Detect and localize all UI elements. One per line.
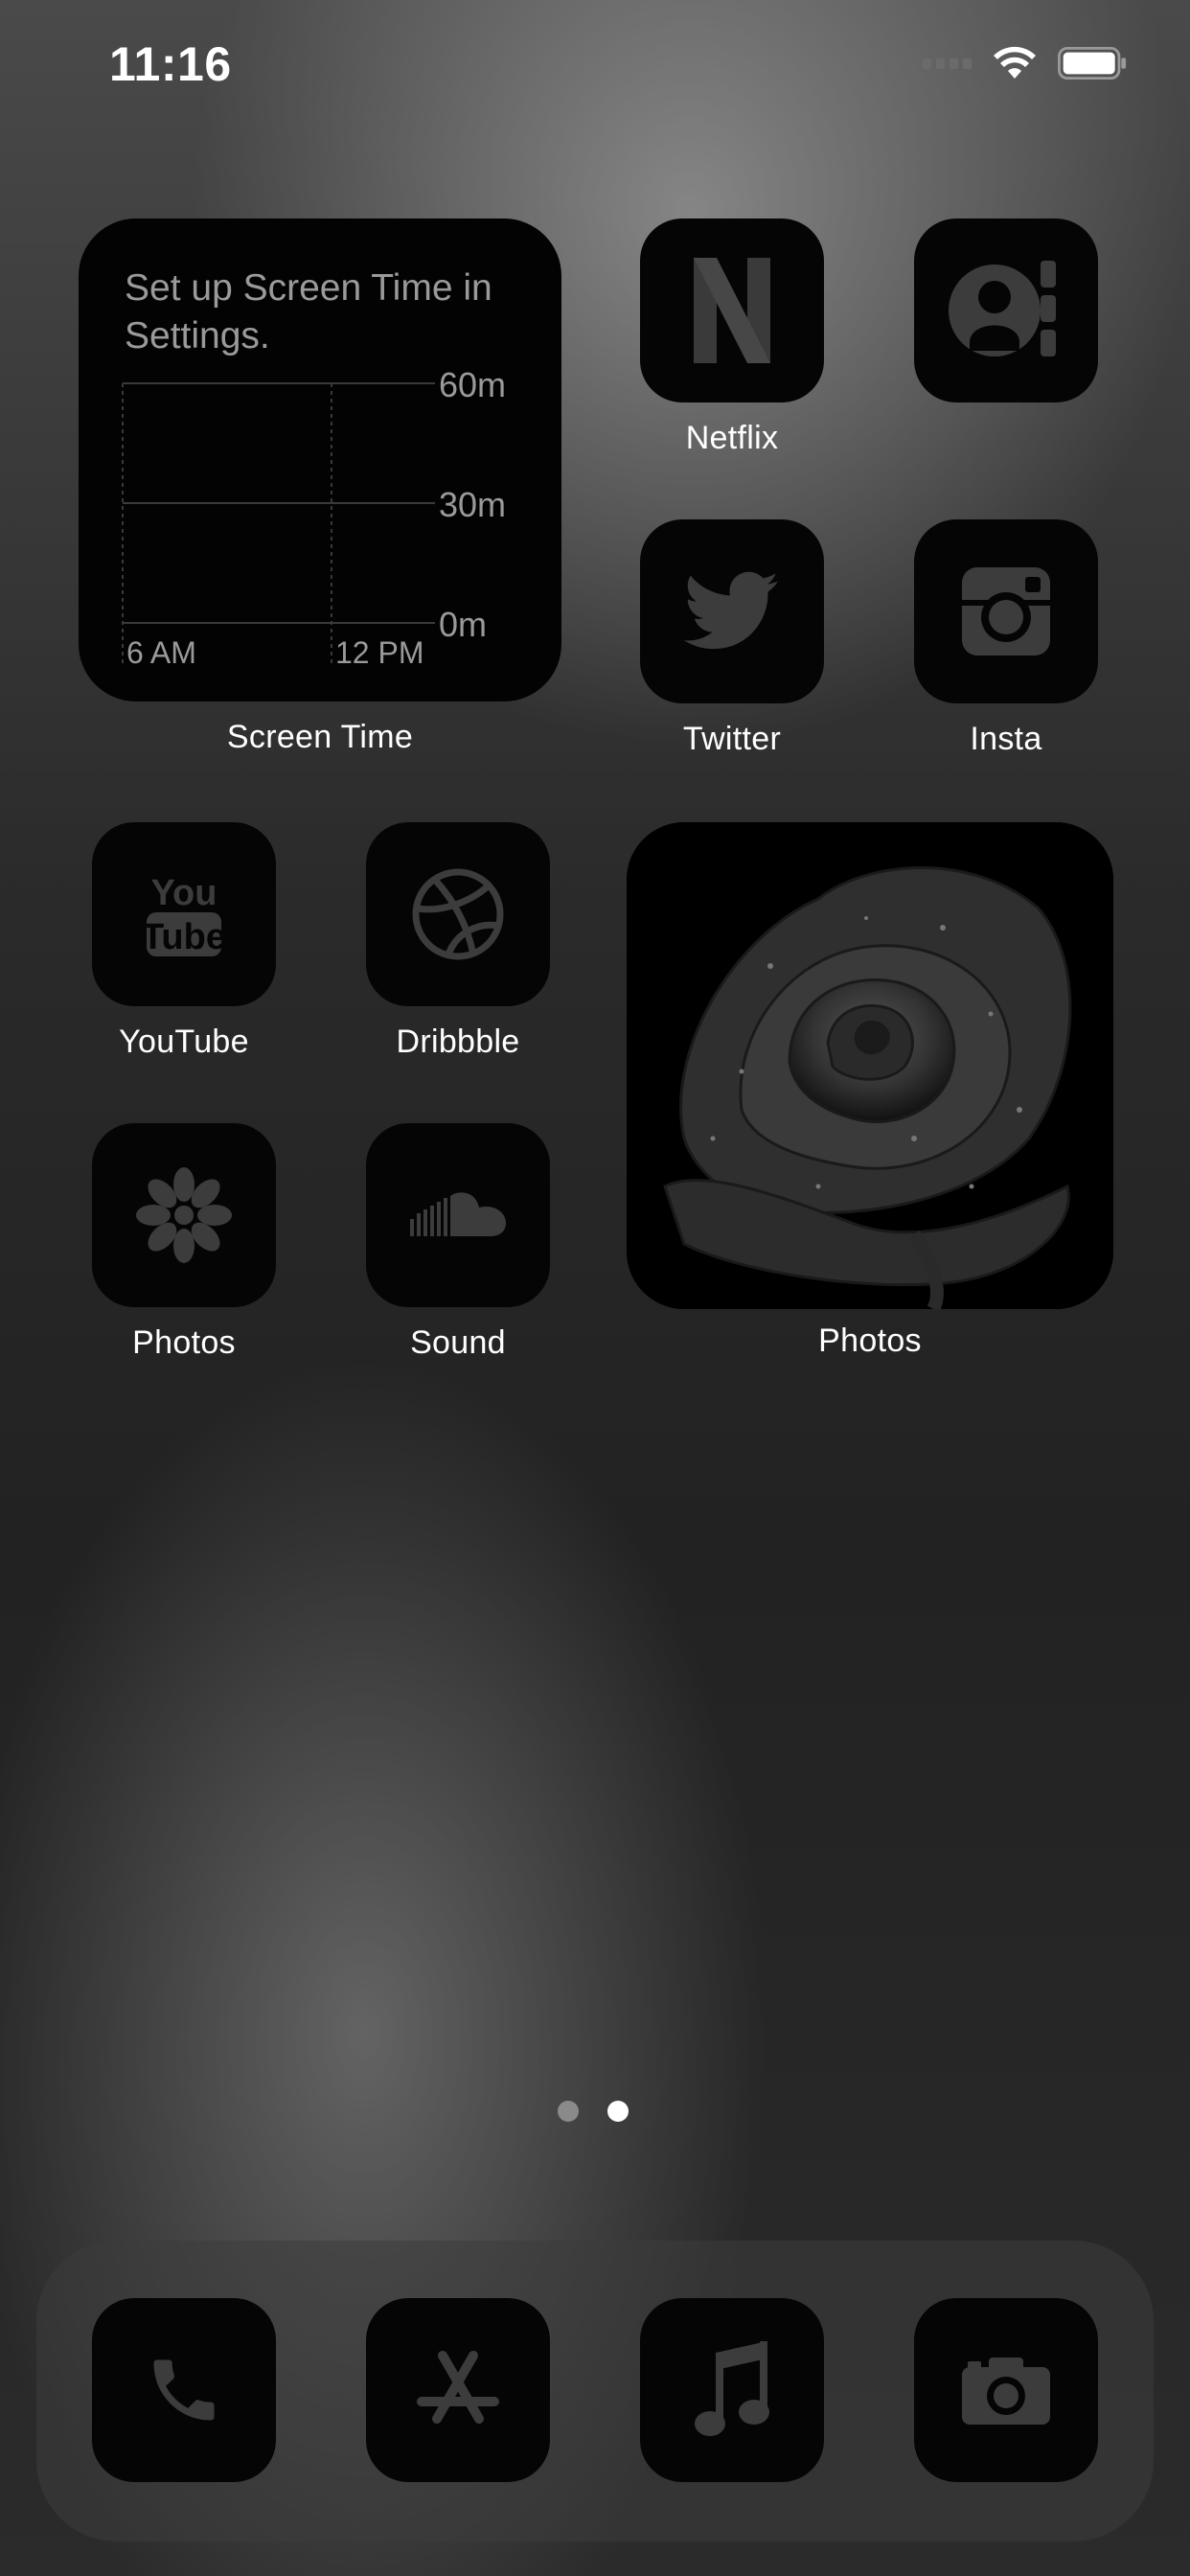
- photos-tile[interactable]: [92, 1123, 276, 1307]
- sound-tile[interactable]: [366, 1123, 550, 1307]
- page-dot-2[interactable]: [607, 2101, 629, 2122]
- dock-phone[interactable]: [92, 2298, 276, 2482]
- app-store-tile[interactable]: [366, 2298, 550, 2482]
- music-note-icon: [695, 2341, 769, 2436]
- music-tile[interactable]: [640, 2298, 824, 2482]
- netflix-n-icon: [694, 258, 770, 363]
- instagram-camera-icon: [962, 567, 1050, 656]
- dribbble-tile[interactable]: [366, 822, 550, 1006]
- dock-camera[interactable]: [914, 2298, 1098, 2482]
- soundcloud-icon: [410, 1192, 506, 1236]
- contacts-icon: [949, 261, 1056, 356]
- youtube-logo-icon: You Tube: [142, 873, 226, 957]
- youtube-tile[interactable]: You Tube: [92, 822, 276, 1006]
- app-twitter[interactable]: Twitter: [640, 519, 824, 758]
- screen-time-widget[interactable]: Set up Screen Time in Settings. 60m 30m …: [79, 218, 561, 702]
- status-icons: [923, 46, 1127, 80]
- photos-label: Photos: [132, 1324, 236, 1361]
- page-indicator[interactable]: [558, 2101, 629, 2122]
- x-tick-12pm: 12 PM: [335, 635, 423, 670]
- svg-text:Tube: Tube: [142, 917, 226, 957]
- app-youtube[interactable]: You Tube YouTube: [92, 822, 276, 1061]
- youtube-label: YouTube: [119, 1024, 249, 1060]
- app-contacts[interactable]: [914, 218, 1098, 402]
- app-photos[interactable]: Photos: [92, 1123, 276, 1362]
- netflix-label: Netflix: [685, 420, 779, 456]
- netflix-tile[interactable]: [640, 218, 824, 402]
- rose-photo: [627, 822, 1113, 1309]
- y-tick-0m: 0m: [439, 605, 487, 644]
- dock-app-store[interactable]: [366, 2298, 550, 2482]
- camera-icon: [962, 2358, 1050, 2425]
- sound-label: Sound: [410, 1324, 506, 1361]
- insta-tile[interactable]: [914, 519, 1098, 703]
- y-tick-30m: 30m: [439, 485, 506, 524]
- photos-flower-icon: [136, 1167, 232, 1263]
- dribbble-label: Dribbble: [396, 1024, 520, 1060]
- phone-tile[interactable]: [92, 2298, 276, 2482]
- y-tick-60m: 60m: [439, 365, 506, 404]
- screen-time-label: Screen Time: [226, 719, 414, 755]
- photo-widget-label: Photos: [818, 1322, 922, 1359]
- app-store-icon: [417, 2351, 499, 2424]
- phone-handset-icon: [153, 2359, 215, 2421]
- screen-time-chart: 60m 30m 0m 6 AM 12 PM: [122, 365, 506, 670]
- insta-label: Insta: [970, 721, 1042, 757]
- battery-icon: [1058, 46, 1127, 80]
- app-dribbble[interactable]: Dribbble: [366, 822, 550, 1061]
- app-insta[interactable]: Insta: [914, 519, 1098, 758]
- camera-tile[interactable]: [914, 2298, 1098, 2482]
- x-tick-6am: 6 AM: [126, 635, 196, 670]
- dribbble-ball-icon: [412, 868, 504, 960]
- photo-widget[interactable]: [627, 822, 1113, 1309]
- dock-music[interactable]: [640, 2298, 824, 2482]
- contacts-tile[interactable]: [914, 218, 1098, 402]
- status-time: 11:16: [109, 37, 232, 91]
- app-netflix[interactable]: Netflix: [640, 218, 824, 457]
- app-sound[interactable]: Sound: [366, 1123, 550, 1362]
- wifi-icon: [994, 46, 1036, 79]
- cellular-signal-icon: [923, 58, 972, 69]
- twitter-label: Twitter: [682, 721, 782, 757]
- svg-text:You: You: [151, 873, 217, 913]
- page-dot-1[interactable]: [558, 2101, 579, 2122]
- twitter-tile[interactable]: [640, 519, 824, 703]
- twitter-bird-icon: [684, 571, 779, 650]
